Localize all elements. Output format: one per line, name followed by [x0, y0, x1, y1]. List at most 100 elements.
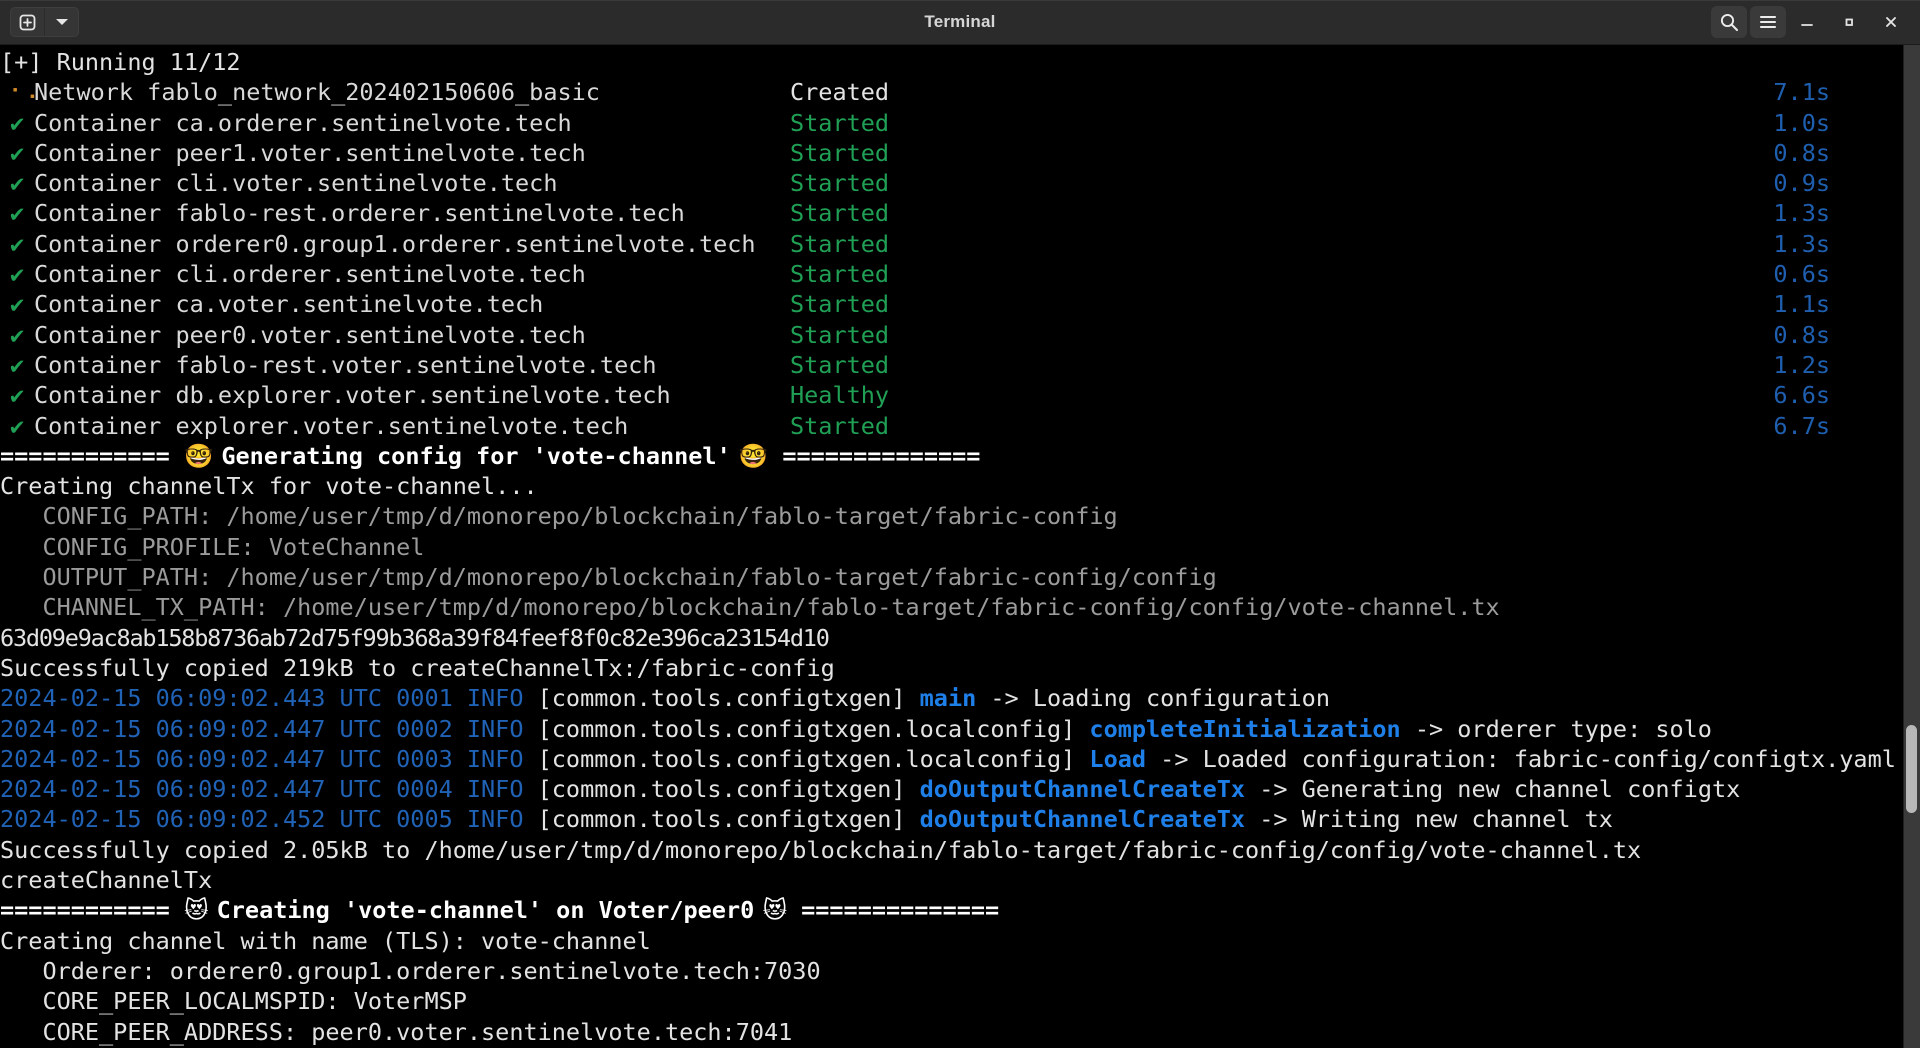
compose-row-name: Container cli.orderer.sentinelvote.tech — [34, 260, 586, 289]
search-button[interactable] — [1711, 6, 1747, 38]
compose-row-duration: 0.9s — [1773, 169, 1830, 198]
log-message: -> Loading configuration — [990, 684, 1330, 713]
banner-emoji-icon: 🤓 — [183, 441, 222, 470]
close-button[interactable] — [1870, 2, 1912, 42]
compose-row-status: Healthy — [790, 381, 890, 410]
window-title: Terminal — [924, 12, 996, 31]
minimize-button[interactable] — [1786, 2, 1828, 42]
compose-row-status: Started — [790, 138, 890, 167]
compose-row-name: Container orderer0.group1.orderer.sentin… — [34, 229, 756, 258]
compose-row-status: Started — [790, 199, 890, 228]
new-tab-menu-button[interactable] — [45, 8, 78, 36]
compose-row-status: Started — [790, 229, 890, 258]
create-channeltx-line: createChannelTx — [0, 866, 213, 895]
banner-emoji-icon: 😻 — [183, 896, 217, 925]
compose-row-name: Container fablo-rest.orderer.sentinelvot… — [34, 199, 685, 228]
log-module: [common.tools.configtxgen] — [537, 775, 920, 804]
compose-row-name: Container explorer.voter.sentinelvote.te… — [34, 411, 629, 440]
banner-left-rule: ============ — [0, 896, 184, 925]
compose-row-duration: 7.1s — [1773, 78, 1830, 107]
log-function: main — [919, 684, 991, 713]
compose-row-status: Started — [790, 169, 890, 198]
terminal-output-area[interactable]: [+] Running 11/12 ⠂⠄ Network fablo_network… — [0, 45, 1920, 1048]
compose-status-row: ✔ Container explorer.voter.sentinelvote.t… — [0, 411, 1920, 441]
check-icon: ✔ — [10, 350, 25, 379]
compose-row-status: Created — [790, 78, 890, 107]
window-titlebar: Terminal — [0, 0, 1920, 45]
new-tab-button[interactable] — [11, 8, 44, 36]
compose-row-duration: 0.6s — [1773, 260, 1830, 289]
compose-status-row: ✔ Container fablo-rest.orderer.sentinelvo… — [0, 198, 1920, 228]
close-icon — [1886, 17, 1896, 27]
banner-right-rule: ============== — [786, 896, 1000, 925]
compose-row-duration: 1.2s — [1773, 350, 1830, 379]
banner-left-rule: ============ — [0, 441, 184, 470]
compose-row-name: Container peer1.voter.sentinelvote.tech — [34, 138, 586, 167]
log-timestamp: 2024-02-15 06:09:02.447 UTC 0004 INFO — [0, 775, 538, 804]
compose-row-name: Container cli.voter.sentinelvote.tech — [34, 169, 558, 198]
configtxgen-log-line: 2024-02-15 06:09:02.447 UTC 0002 INFO [c… — [0, 714, 1920, 744]
check-icon: ✔ — [10, 411, 25, 440]
banner-emoji-icon: 😻 — [754, 896, 787, 925]
search-icon — [1720, 13, 1739, 32]
scrollbar-thumb[interactable] — [1906, 725, 1917, 813]
check-icon: ✔ — [10, 381, 25, 410]
hamburger-menu-icon — [1759, 15, 1777, 29]
compose-status-row: ✔ Container peer0.voter.sentinelvote.tech… — [0, 320, 1920, 350]
compose-row-status: Started — [790, 320, 890, 349]
copied-line-2: Successfully copied 2.05kB to /home/user… — [0, 835, 1642, 864]
compose-row-name: Container peer0.voter.sentinelvote.tech — [34, 320, 586, 349]
check-icon: ✔ — [10, 169, 25, 198]
log-module: [common.tools.configtxgen] — [537, 684, 920, 713]
titlebar-left-controls — [10, 7, 79, 37]
compose-row-duration: 1.3s — [1773, 199, 1830, 228]
compose-status-row: ✔ Container db.explorer.voter.sentinelvot… — [0, 380, 1920, 410]
log-function: Load — [1089, 744, 1161, 773]
configtxgen-log-line: 2024-02-15 06:09:02.447 UTC 0003 INFO [c… — [0, 744, 1920, 774]
plus-in-box-icon — [19, 14, 36, 30]
terminal-scrollbar[interactable] — [1903, 45, 1920, 1048]
container-hash-line: 63d09e9ac8ab158b8736ab72d75f99b368a39f84… — [0, 623, 830, 652]
log-timestamp: 2024-02-15 06:09:02.447 UTC 0003 INFO — [0, 744, 538, 773]
compose-status-row: ✔ Container ca.voter.sentinelvote.tech Sta… — [0, 289, 1920, 319]
compose-row-name: Network fablo_network_202402150606_basic — [34, 78, 600, 107]
compose-status-row: ✔ Container cli.orderer.sentinelvote.tech… — [0, 259, 1920, 289]
check-icon: ✔ — [10, 290, 25, 319]
config-var-line: CONFIG_PATH: /home/user/tmp/d/monorepo/b… — [0, 502, 1118, 531]
chevron-down-icon — [55, 19, 68, 25]
menu-button[interactable] — [1750, 6, 1786, 38]
log-timestamp: 2024-02-15 06:09:02.443 UTC 0001 INFO — [0, 684, 538, 713]
banner-right-rule: ============== — [768, 441, 981, 470]
log-module: [common.tools.configtxgen.localconfig] — [537, 744, 1090, 773]
config-var-line: OUTPUT_PATH: /home/user/tmp/d/monorepo/b… — [0, 563, 1217, 592]
config-var-line: CHANNEL_TX_PATH: /home/user/tmp/d/monore… — [0, 593, 1500, 622]
compose-status-row: ✔ Container peer1.voter.sentinelvote.tech… — [0, 138, 1920, 168]
compose-status-row: ⠂⠄ Network fablo_network_202402150606_bas… — [0, 77, 1920, 107]
compose-row-duration: 0.8s — [1773, 138, 1830, 167]
configtxgen-log-line: 2024-02-15 06:09:02.452 UTC 0005 INFO [c… — [0, 804, 1920, 834]
creating-channeltx-line: Creating channelTx for vote-channel... — [0, 472, 538, 501]
compose-row-name: Container ca.voter.sentinelvote.tech — [34, 290, 544, 319]
log-message: -> Writing new channel tx — [1259, 805, 1613, 834]
compose-row-duration: 6.6s — [1773, 381, 1830, 410]
log-module: [common.tools.configtxgen.localconfig] — [537, 714, 1090, 743]
log-message: -> Generating new channel configtx — [1259, 775, 1741, 804]
configtxgen-log-line: 2024-02-15 06:09:02.447 UTC 0004 INFO [c… — [0, 774, 1920, 804]
banner-emoji-icon: 🤓 — [730, 441, 769, 470]
creating-channel-tls-line: Creating channel with name (TLS): vote-c… — [0, 926, 651, 955]
compose-status-row: ✔ Container orderer0.group1.orderer.senti… — [0, 229, 1920, 259]
compose-row-name: Container fablo-rest.voter.sentinelvote.… — [34, 350, 657, 379]
creating-channel-banner: ============ 😻 Creating 'vote-channel' o… — [0, 895, 1920, 925]
maximize-icon — [1845, 18, 1853, 26]
maximize-button[interactable] — [1828, 2, 1870, 42]
compose-row-status: Started — [790, 260, 890, 289]
log-function: doOutputChannelCreateTx — [919, 775, 1260, 804]
titlebar-right-controls — [1708, 2, 1920, 42]
compose-row-status: Started — [790, 108, 890, 137]
log-timestamp: 2024-02-15 06:09:02.452 UTC 0005 INFO — [0, 805, 538, 834]
generating-config-banner: ============ 🤓 Generating config for 'vo… — [0, 441, 1920, 471]
check-icon: ✔ — [10, 320, 25, 349]
terminal-lines: [+] Running 11/12 ⠂⠄ Network fablo_network… — [0, 45, 1920, 1047]
compose-status-row: ✔ Container cli.voter.sentinelvote.tech St… — [0, 168, 1920, 198]
channel-var-line: CORE_PEER_ADDRESS: peer0.voter.sentinelv… — [0, 1017, 793, 1046]
